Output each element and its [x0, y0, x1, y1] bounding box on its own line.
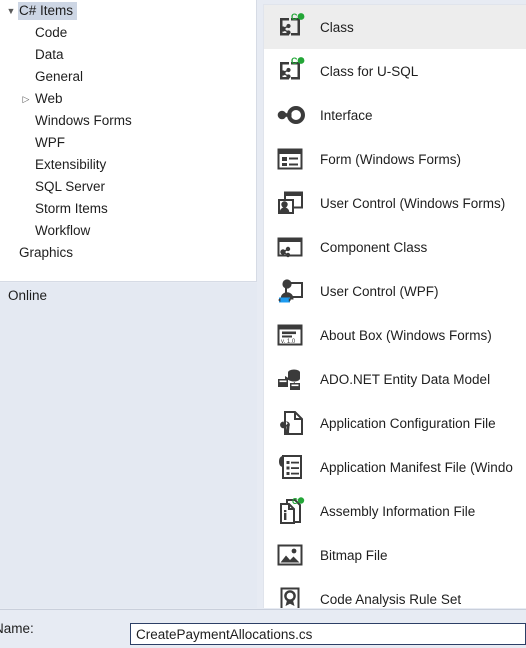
interface-icon	[274, 99, 306, 131]
tree-item-c-items[interactable]: ▼ C# Items	[0, 0, 256, 22]
category-tree-panel[interactable]: ▼ C# Items Code Data General ▷ Web Windows Form…	[0, 0, 257, 282]
template-list-item[interactable]: Component Class	[264, 225, 526, 269]
template-list-item-label: Interface	[320, 107, 373, 123]
tree-item-label: Windows Forms	[35, 113, 132, 128]
class-icon: C	[274, 55, 306, 87]
template-list-item-label: User Control (WPF)	[320, 283, 439, 299]
template-list-item-label: Class	[320, 19, 354, 35]
template-list-item[interactable]: C Class	[264, 5, 526, 49]
template-list-item[interactable]: C Assembly Information File	[264, 489, 526, 533]
tree-item-graphics[interactable]: Graphics	[0, 242, 256, 264]
code-analysis-rule-set-icon	[274, 583, 306, 608]
name-label: Name:	[0, 621, 34, 636]
component-class-icon	[274, 231, 306, 263]
tree-item-label: Graphics	[19, 245, 74, 260]
template-list-item[interactable]: Application Configuration File	[264, 401, 526, 445]
tree-item-label: Code	[35, 25, 68, 40]
template-list-item-label: ADO.NET Entity Data Model	[320, 371, 491, 387]
chevron-down-icon[interactable]: ▼	[4, 6, 18, 16]
bitmap-file-icon	[274, 539, 306, 571]
tree-item-general[interactable]: General	[0, 66, 256, 88]
template-list-panel[interactable]: C Class C Class for U-SQL Interface Form…	[263, 4, 526, 608]
online-panel[interactable]: Online	[0, 283, 257, 608]
template-list-item[interactable]: C Class for U-SQL	[264, 49, 526, 93]
template-list-item-label: User Control (Windows Forms)	[320, 195, 506, 211]
template-list[interactable]: C Class C Class for U-SQL Interface Form…	[264, 5, 526, 608]
class-icon: C	[274, 11, 306, 43]
tree-item-workflow[interactable]: Workflow	[0, 220, 256, 242]
tree-item-wpf[interactable]: WPF	[0, 132, 256, 154]
template-list-item-label: Application Manifest File (Windo	[320, 459, 513, 475]
svg-text:C: C	[291, 12, 298, 22]
entity-data-model-icon	[274, 363, 306, 395]
app-config-file-icon	[274, 407, 306, 439]
tree-item-label: Data	[35, 47, 64, 62]
tree-item-label: General	[35, 69, 84, 84]
tree-item-label: Web	[35, 91, 63, 106]
template-list-item[interactable]: User Control (WPF)	[264, 269, 526, 313]
tree-item-code[interactable]: Code	[0, 22, 256, 44]
template-list-item[interactable]: User Control (Windows Forms)	[264, 181, 526, 225]
tree-item-extensibility[interactable]: Extensibility	[0, 154, 256, 176]
template-list-item-label: Application Configuration File	[320, 415, 496, 431]
tree-item-windows-forms[interactable]: Windows Forms	[0, 110, 256, 132]
tree-item-label: Workflow	[35, 223, 91, 238]
tree-item-sql-server[interactable]: SQL Server	[0, 176, 256, 198]
svg-text:C: C	[291, 56, 298, 66]
template-list-item[interactable]: Form (Windows Forms)	[264, 137, 526, 181]
app-manifest-file-icon	[274, 451, 306, 483]
tree-item-label: Extensibility	[35, 157, 107, 172]
user-control-winforms-icon	[274, 187, 306, 219]
online-label: Online	[8, 287, 48, 303]
template-list-item[interactable]: v. 1.0 About Box (Windows Forms)	[264, 313, 526, 357]
template-list-item[interactable]: ADO.NET Entity Data Model	[264, 357, 526, 401]
tree-item-label: WPF	[35, 135, 65, 150]
category-tree[interactable]: ▼ C# Items Code Data General ▷ Web Windows Form…	[0, 0, 256, 264]
name-input[interactable]	[130, 623, 526, 645]
template-list-item-label: Code Analysis Rule Set	[320, 591, 462, 607]
assembly-info-file-icon: C	[274, 495, 306, 527]
tree-item-storm-items[interactable]: Storm Items	[0, 198, 256, 220]
template-list-item-label: Assembly Information File	[320, 503, 476, 519]
user-control-wpf-icon	[274, 275, 306, 307]
svg-text:C: C	[292, 497, 298, 506]
tree-item-web[interactable]: ▷ Web	[0, 88, 256, 110]
template-list-item-label: Component Class	[320, 239, 428, 255]
add-new-item-dialog: ▼ C# Items Code Data General ▷ Web Windows Form…	[0, 0, 526, 648]
tree-item-data[interactable]: Data	[0, 44, 256, 66]
template-list-item[interactable]: Bitmap File	[264, 533, 526, 577]
template-list-item[interactable]: Interface	[264, 93, 526, 137]
template-list-item-label: Class for U-SQL	[320, 63, 419, 79]
sidebar-item-online[interactable]: Online	[0, 283, 257, 307]
template-list-item-label: Bitmap File	[320, 547, 388, 563]
tree-item-label: Storm Items	[35, 201, 108, 216]
template-list-item-label: Form (Windows Forms)	[320, 151, 461, 167]
template-list-item[interactable]: Code Analysis Rule Set	[264, 577, 526, 608]
tree-item-label: SQL Server	[35, 179, 106, 194]
tree-item-label: C# Items	[18, 2, 78, 20]
chevron-right-icon[interactable]: ▷	[18, 94, 34, 104]
form-icon	[274, 143, 306, 175]
template-list-item-label: About Box (Windows Forms)	[320, 327, 492, 343]
svg-text:v. 1.0: v. 1.0	[281, 339, 296, 345]
about-box-icon: v. 1.0	[274, 319, 306, 351]
template-list-item[interactable]: Application Manifest File (Windo	[264, 445, 526, 489]
